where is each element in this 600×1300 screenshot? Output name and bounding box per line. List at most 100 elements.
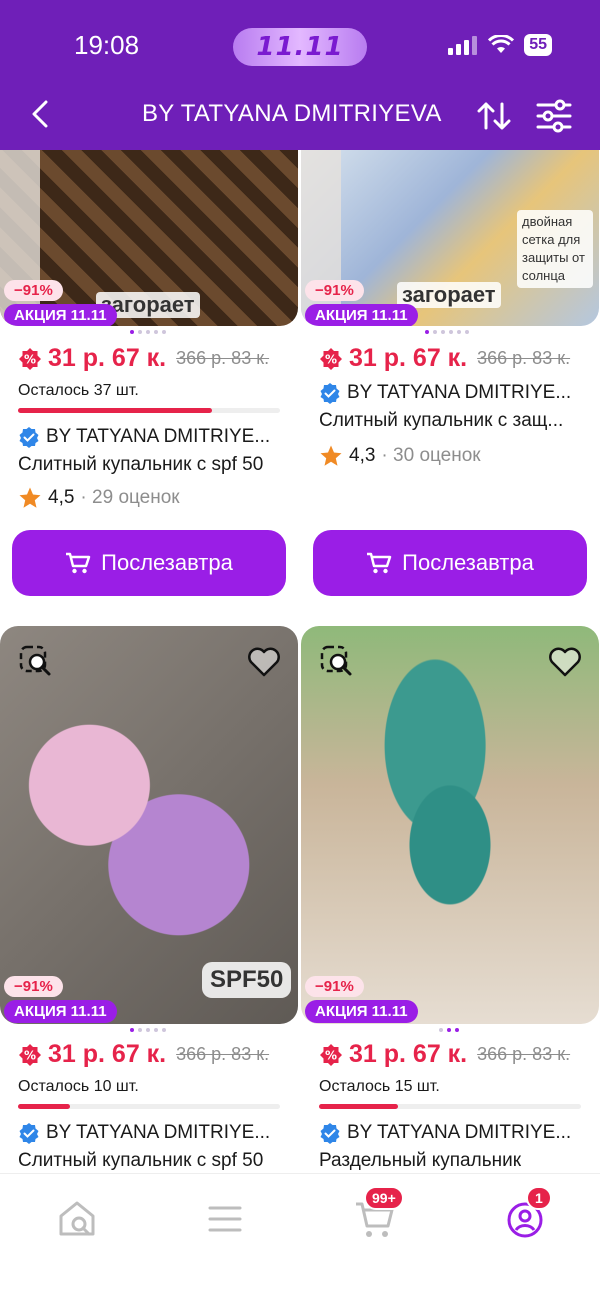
svg-text:%: % [325, 352, 337, 366]
delivery-label: Послезавтра [101, 550, 233, 575]
price-row: % 31 р. 67 к. 366 р. 83 к. [319, 344, 570, 373]
price-row: % 31 р. 67 к. 366 р. 83 к. [18, 1040, 269, 1069]
product-name: Раздельный купальник [319, 1150, 522, 1171]
star-icon [320, 445, 342, 466]
discount-icon: % [19, 347, 41, 370]
old-price: 366 р. 83 к. [176, 1044, 270, 1064]
add-to-cart-button[interactable]: Послезавтра [313, 530, 587, 596]
promo-banner-11-11[interactable]: 11.11 [233, 28, 367, 66]
brand-name: BY TATYANA DMITRIYE... [347, 1122, 572, 1143]
stock-bar [18, 1104, 280, 1109]
product-image[interactable]: −91% АКЦИЯ 11.11 [301, 626, 599, 1024]
verified-icon [19, 427, 39, 448]
image-pagination [425, 330, 469, 334]
promo-badge: АКЦИЯ 11.11 [305, 1000, 418, 1023]
status-time: 19:08 [74, 30, 140, 60]
verified-icon [320, 383, 340, 404]
discount-label: −91% [4, 976, 63, 997]
cart-icon [367, 552, 392, 574]
discount-icon: % [320, 1043, 342, 1066]
similar-search-icon[interactable] [18, 644, 54, 680]
discount-label: −91% [305, 280, 364, 301]
product-image[interactable]: загорает −91% АКЦИЯ 11.11 [0, 150, 298, 326]
cart-count-badge: 99+ [364, 1186, 404, 1210]
discount-label: −91% [4, 280, 63, 301]
stock-remaining: Осталось 10 шт. [18, 1078, 139, 1095]
discount-icon: % [320, 347, 342, 370]
price-row: % 31 р. 67 к. 366 р. 83 к. [319, 1040, 570, 1069]
brand-name: BY TATYANA DMITRIYE... [46, 1122, 271, 1143]
promo-badge: АКЦИЯ 11.11 [305, 304, 418, 326]
old-price: 366 р. 83 к. [477, 1044, 571, 1064]
similar-search-icon[interactable] [319, 644, 355, 680]
image-overlay-text: загорает [397, 282, 501, 308]
battery-indicator: 55 [524, 34, 552, 56]
signal-icon [448, 36, 478, 55]
profile-notification-badge: 1 [526, 1186, 552, 1210]
star-icon [19, 487, 41, 508]
svg-text:%: % [325, 1048, 337, 1062]
brand-row[interactable]: BY TATYANA DMITRIYE... [319, 382, 571, 404]
brand-name: BY TATYANA DMITRIYE... [46, 426, 271, 447]
cart-icon [66, 552, 91, 574]
page-title: BY TATYANA DMITRIYEVA [142, 100, 442, 127]
price: 31 р. 67 к. [48, 1040, 167, 1068]
bottom-tab-bar: 99+ 1 [0, 1173, 600, 1300]
image-pagination [130, 330, 166, 334]
product-image[interactable]: двойная сетка для защиты от солнца загор… [301, 150, 599, 326]
verified-icon [320, 1123, 340, 1144]
product-card[interactable]: −91% АКЦИЯ 11.11 % 31 р. 67 к. 366 р. 83… [301, 626, 600, 1173]
old-price: 366 р. 83 к. [176, 348, 270, 368]
price: 31 р. 67 к. [349, 344, 468, 372]
product-name: Слитный купальник с spf 50 [18, 454, 264, 475]
review-count: · 30 оценок [381, 445, 481, 466]
product-card[interactable]: двойная сетка для защиты от солнца загор… [301, 150, 600, 610]
back-button[interactable] [24, 96, 60, 132]
product-name: Слитный купальник с spf 50 [18, 1150, 264, 1171]
favorite-heart-icon[interactable] [547, 644, 583, 680]
sort-icon[interactable] [474, 96, 514, 136]
brand-row[interactable]: BY TATYANA DMITRIYE... [319, 1122, 571, 1144]
image-pagination [130, 1028, 166, 1032]
stock-bar [319, 1104, 581, 1109]
product-name: Слитный купальник с защ... [319, 410, 564, 431]
brand-row[interactable]: BY TATYANA DMITRIYE... [18, 1122, 270, 1144]
product-card[interactable]: загорает −91% АКЦИЯ 11.11 % 31 р. 67 к. … [0, 150, 300, 610]
stock-bar [18, 408, 280, 413]
image-pagination [439, 1028, 459, 1032]
discount-icon: % [19, 1043, 41, 1066]
svg-text:%: % [24, 352, 36, 366]
brand-row[interactable]: BY TATYANA DMITRIYE... [18, 426, 270, 448]
review-count: · 29 оценок [80, 487, 180, 508]
stock-remaining: Осталось 37 шт. [18, 382, 139, 399]
home-search-icon[interactable] [52, 1194, 102, 1244]
old-price: 366 р. 83 к. [477, 348, 571, 368]
add-to-cart-button[interactable]: Послезавтра [12, 530, 286, 596]
promo-badge: АКЦИЯ 11.11 [4, 304, 117, 326]
spf-tag: SPF50 [202, 962, 292, 998]
verified-icon [19, 1123, 39, 1144]
brand-name: BY TATYANA DMITRIYE... [347, 382, 572, 403]
rating-row: 4,3 · 30 оценок [319, 444, 481, 468]
catalog-menu-icon[interactable] [200, 1194, 250, 1244]
wifi-icon [488, 35, 515, 53]
price: 31 р. 67 к. [48, 344, 167, 372]
rating-row: 4,5 · 29 оценок [18, 486, 180, 510]
product-image[interactable]: SPF50 −91% АКЦИЯ 11.11 [0, 626, 298, 1024]
price: 31 р. 67 к. [349, 1040, 468, 1068]
rating-value: 4,3 [349, 445, 376, 466]
favorite-heart-icon[interactable] [246, 644, 282, 680]
svg-text:%: % [24, 1048, 36, 1062]
product-card[interactable]: SPF50 −91% АКЦИЯ 11.11 % 31 р. 67 к. 366… [0, 626, 300, 1173]
rating-value: 4,5 [48, 487, 75, 508]
delivery-label: Послезавтра [402, 550, 534, 575]
price-row: % 31 р. 67 к. 366 р. 83 к. [18, 344, 269, 373]
header: 19:08 11.11 55 BY TATYANA DMITRIYEVA [0, 0, 600, 150]
stock-remaining: Осталось 15 шт. [319, 1078, 440, 1095]
discount-label: −91% [305, 976, 364, 997]
product-grid: загорает −91% АКЦИЯ 11.11 % 31 р. 67 к. … [0, 150, 600, 1173]
status-icons: 55 [448, 34, 552, 56]
filter-icon[interactable] [534, 96, 574, 136]
image-note: двойная сетка для защиты от солнца [517, 210, 593, 288]
promo-badge: АКЦИЯ 11.11 [4, 1000, 117, 1023]
